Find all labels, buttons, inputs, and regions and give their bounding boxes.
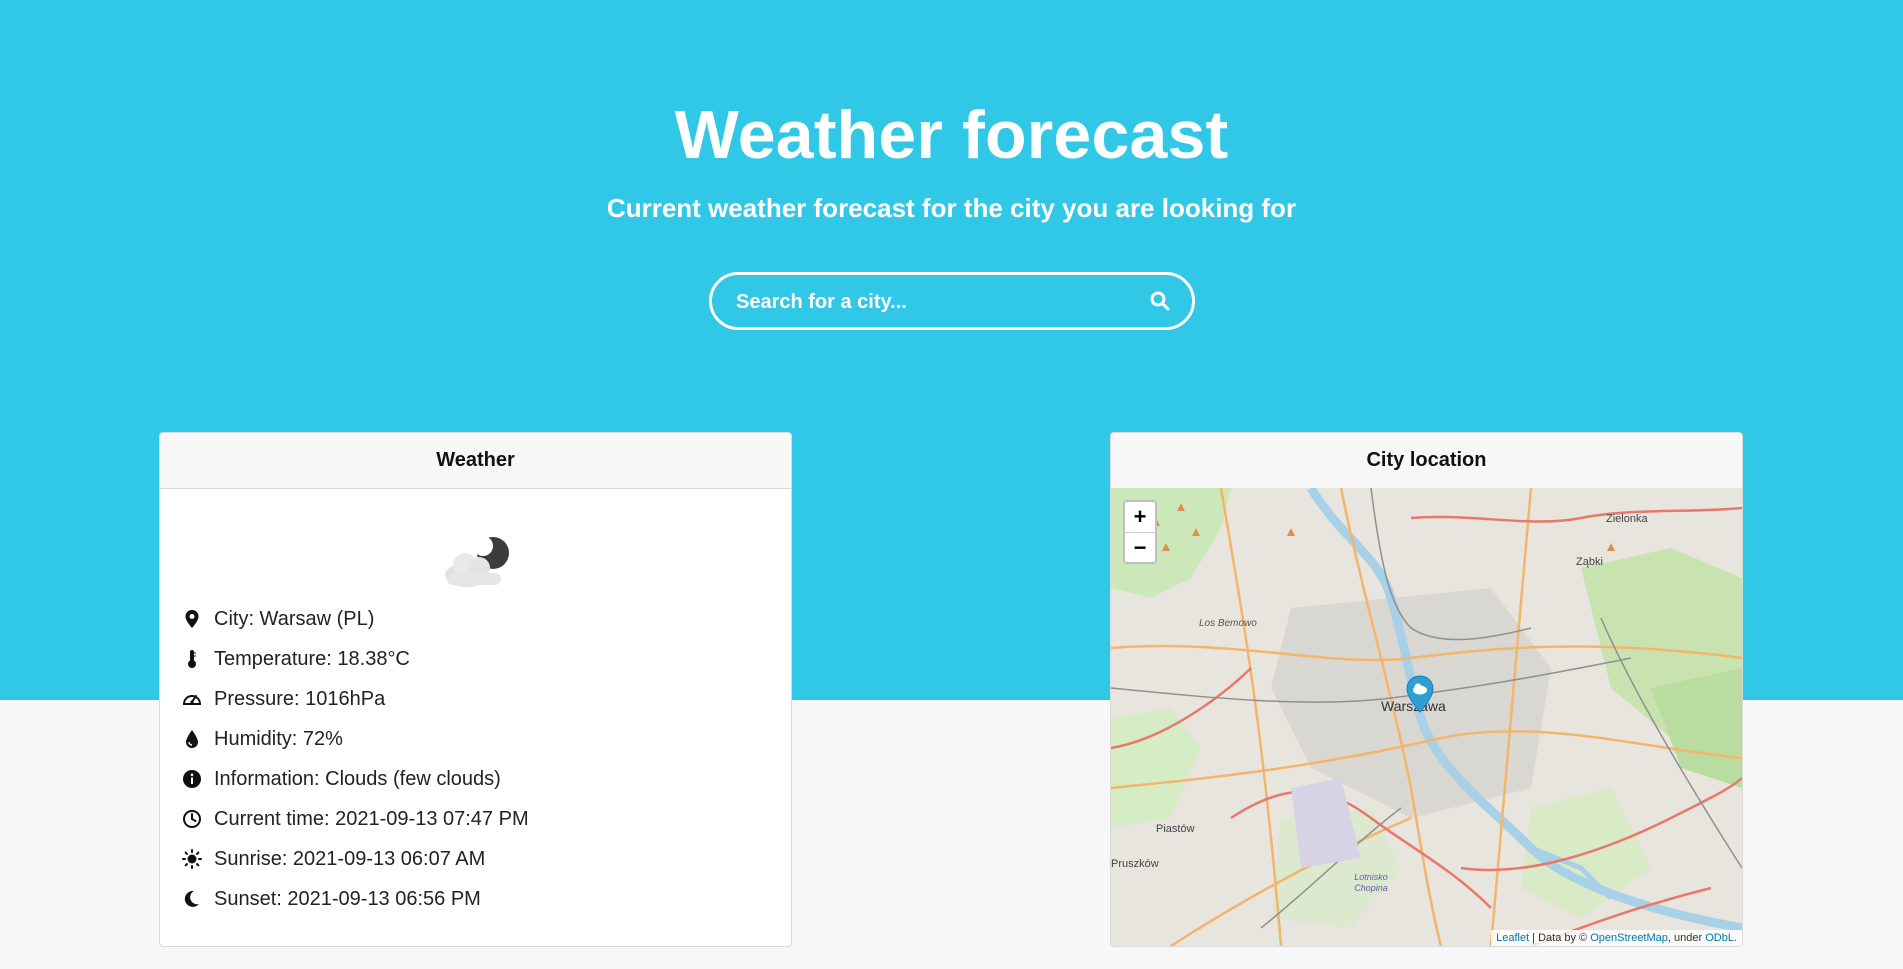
weather-pressure-text: Pressure: 1016hPa — [214, 687, 386, 710]
weather-sunset: Sunset: 2021-09-13 06:56 PM — [182, 879, 529, 919]
weather-info-list: City: Warsaw (PL) Temperature: 18.38°C P… — [182, 599, 529, 919]
droplet-icon — [186, 730, 198, 748]
moon-icon — [184, 890, 199, 907]
leaflet-link[interactable]: Leaflet — [1496, 932, 1529, 944]
map-marker-icon — [185, 610, 199, 628]
weather-current-time-text: Current time: 2021-09-13 07:47 PM — [214, 807, 529, 830]
page-title: Weather forecast — [674, 97, 1229, 173]
cloud-moon-icon — [445, 536, 509, 587]
weather-card-header: Weather — [160, 433, 791, 489]
weather-information: Information: Clouds (few clouds) — [182, 759, 529, 799]
zoom-out-button[interactable]: − — [1125, 532, 1155, 563]
map-label-pruszkow: Pruszków — [1111, 858, 1159, 870]
sun-icon — [182, 849, 202, 869]
attribution-data-by: | Data by © — [1529, 932, 1591, 944]
info-icon — [183, 770, 201, 788]
weather-current-time: Current time: 2021-09-13 07:47 PM — [182, 799, 529, 839]
map-label-zielonka: Zielonka — [1606, 513, 1648, 525]
map-zoom-control: + − — [1123, 500, 1157, 564]
map-label-zabki: Ząbki — [1576, 556, 1603, 568]
search-icon — [1150, 291, 1170, 311]
weather-temperature: Temperature: 18.38°C — [182, 639, 529, 679]
thermometer-icon — [188, 650, 196, 668]
weather-city: City: Warsaw (PL) — [182, 599, 529, 639]
map-label-airport: Lotnisko Chopina — [1354, 872, 1388, 893]
location-card: City location Warszawa Zielonka Ząbki Lo… — [1110, 432, 1743, 947]
map-label-bemowo: Los Bemowo — [1199, 618, 1257, 629]
search-input[interactable] — [734, 275, 1118, 329]
map-attribution: Leaflet | Data by © OpenStreetMap, under… — [1491, 930, 1742, 946]
weather-humidity-text: Humidity: 72% — [214, 727, 343, 750]
zoom-in-button[interactable]: + — [1125, 502, 1155, 532]
weather-humidity: Humidity: 72% — [182, 719, 529, 759]
weather-city-text: City: Warsaw (PL) — [214, 607, 375, 630]
map-tiles — [1111, 488, 1742, 946]
weather-information-text: Information: Clouds (few clouds) — [214, 767, 501, 790]
search-button[interactable] — [1148, 289, 1172, 313]
weather-card: Weather City: Warsaw (PL) Temperature: 1… — [159, 432, 792, 947]
weather-sunrise: Sunrise: 2021-09-13 06:07 AM — [182, 839, 529, 879]
weather-temperature-text: Temperature: 18.38°C — [214, 647, 410, 670]
page-subtitle: Current weather forecast for the city yo… — [606, 193, 1297, 223]
odbl-link[interactable]: ODbL. — [1705, 932, 1737, 944]
weather-pressure: Pressure: 1016hPa — [182, 679, 529, 719]
map-marker-pin-icon[interactable] — [1405, 675, 1435, 713]
clock-icon — [183, 810, 201, 828]
search-box — [709, 272, 1195, 330]
location-card-header: City location — [1111, 433, 1742, 489]
osm-link[interactable]: OpenStreetMap — [1590, 932, 1668, 944]
weather-sunrise-text: Sunrise: 2021-09-13 06:07 AM — [214, 847, 486, 870]
gauge-icon — [182, 695, 202, 705]
map-label-piastow: Piastów — [1156, 823, 1195, 835]
attribution-under: , under — [1667, 932, 1706, 944]
city-map[interactable]: Warszawa Zielonka Ząbki Los Bemowo Piast… — [1111, 488, 1742, 946]
weather-sunset-text: Sunset: 2021-09-13 06:56 PM — [214, 887, 481, 910]
